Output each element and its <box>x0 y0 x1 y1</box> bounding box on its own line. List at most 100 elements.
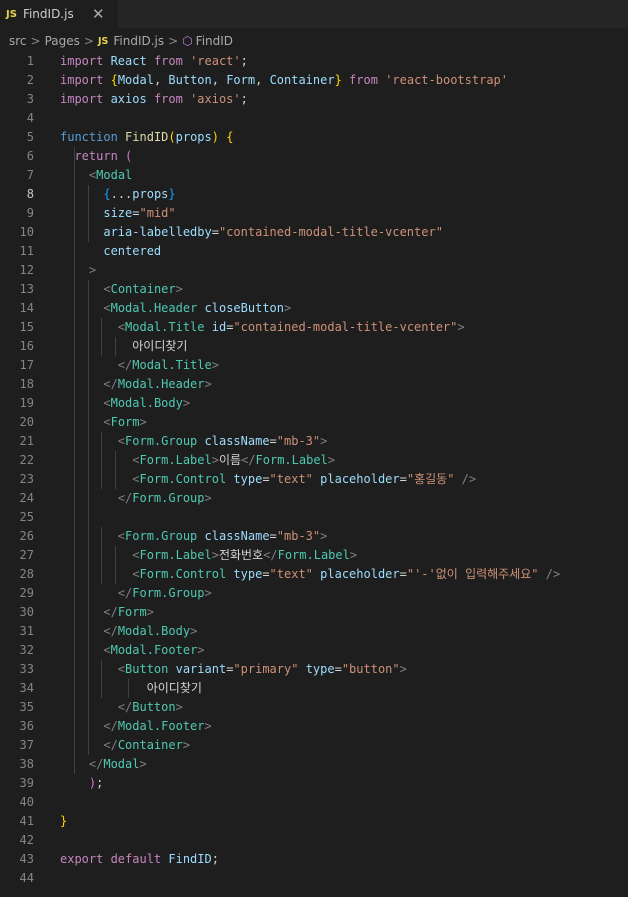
code-token: > <box>204 719 212 733</box>
code-line[interactable]: 22 <Form.Label>이름</Form.Label> <box>0 451 628 470</box>
code-token: function <box>60 130 126 144</box>
code-token: "text" <box>269 472 313 486</box>
code-line[interactable]: 30 </Form> <box>0 603 628 622</box>
code-token: closeButton <box>204 301 284 315</box>
breadcrumb-item-src[interactable]: src <box>9 34 27 48</box>
code-line[interactable]: 19 <Modal.Body> <box>0 394 628 413</box>
tab-title: FindID.js <box>22 7 74 21</box>
code-line[interactable]: 33 <Button variant="primary" type="butto… <box>0 660 628 679</box>
code-token: className <box>204 529 270 543</box>
code-token: > <box>327 453 335 467</box>
code-line[interactable]: 32 <Modal.Footer> <box>0 641 628 660</box>
code-token: ( <box>125 149 133 163</box>
code-token: "mb-3" <box>276 434 321 448</box>
code-token: id <box>211 320 227 334</box>
code-line[interactable]: 16 아이디찾기 <box>0 337 628 356</box>
code-line[interactable]: 38 </Modal> <box>0 755 628 774</box>
code-token: "mid" <box>139 206 176 220</box>
code-line[interactable]: 21 <Form.Group className="mb-3"> <box>0 432 628 451</box>
code-token: ; <box>240 54 248 68</box>
code-token: FindID <box>168 852 212 866</box>
code-line[interactable]: 39 ); <box>0 774 628 793</box>
line-number: 31 <box>19 624 34 638</box>
code-token: Modal <box>103 757 140 771</box>
line-number: 38 <box>19 757 34 771</box>
code-line[interactable]: 23 <Form.Control type="text" placeholder… <box>0 470 628 489</box>
code-token: Form.Group <box>132 586 205 600</box>
code-line[interactable]: 12 > <box>0 261 628 280</box>
code-line[interactable]: 11 centered <box>0 242 628 261</box>
line-number: 6 <box>26 149 34 163</box>
code-line[interactable]: 2 import {Modal, Button, Form, Container}… <box>0 71 628 90</box>
code-token: Form.Label <box>277 548 350 562</box>
code-line[interactable]: 26 <Form.Group className="mb-3"> <box>0 527 628 546</box>
line-number: 36 <box>19 719 34 733</box>
code-line[interactable]: 24 </Form.Group> <box>0 489 628 508</box>
code-line[interactable]: 4 <box>0 109 628 128</box>
code-text: </Form.Group> <box>60 489 212 508</box>
code-text: <Container> <box>60 280 183 299</box>
code-token: < <box>117 320 126 334</box>
code-line[interactable]: 10 aria-labelledby="contained-modal-titl… <box>0 223 628 242</box>
code-line[interactable]: 41} <box>0 812 628 831</box>
code-line[interactable]: 34 아이디찾기 <box>0 679 628 698</box>
code-line[interactable]: 6 return ( <box>0 147 628 166</box>
code-line[interactable]: 14 <Modal.Header closeButton> <box>0 299 628 318</box>
code-line[interactable]: 35 </Button> <box>0 698 628 717</box>
code-token: Container <box>110 282 176 296</box>
code-line[interactable]: 1 import React from 'react'; <box>0 52 628 71</box>
line-number: 35 <box>19 700 34 714</box>
breadcrumb-item-symbol[interactable]: FindID <box>196 34 233 48</box>
code-line[interactable]: 20 <Form> <box>0 413 628 432</box>
code-token: axios <box>110 92 154 106</box>
code-line[interactable]: 13 <Container> <box>0 280 628 299</box>
code-line[interactable]: 29 </Form.Group> <box>0 584 628 603</box>
line-number: 19 <box>19 396 34 410</box>
code-token: Form.Group <box>125 529 205 543</box>
code-line[interactable]: 36 </Modal.Footer> <box>0 717 628 736</box>
code-token: from <box>153 54 191 68</box>
code-token: ; <box>240 92 248 106</box>
code-line[interactable]: 42 <box>0 831 628 850</box>
breadcrumb-item-pages[interactable]: Pages <box>45 34 80 48</box>
line-number: 26 <box>19 529 34 543</box>
close-icon[interactable]: ✕ <box>92 5 105 23</box>
code-line[interactable]: 9 size="mid" <box>0 204 628 223</box>
code-line[interactable]: 18 </Modal.Header> <box>0 375 628 394</box>
code-line[interactable]: 15 <Modal.Title id="contained-modal-titl… <box>0 318 628 337</box>
code-line[interactable]: 31 </Modal.Body> <box>0 622 628 641</box>
code-line[interactable]: 25 <box>0 508 628 527</box>
breadcrumb-item-file[interactable]: FindID.js <box>113 34 164 48</box>
indent-guide <box>128 679 129 698</box>
code-text: <Form> <box>60 413 146 432</box>
code-line[interactable]: 7 <Modal <box>0 166 628 185</box>
code-token: Container <box>269 73 335 87</box>
code-token: Form.Control <box>139 472 234 486</box>
code-line[interactable]: 5 function FindID(props) { <box>0 128 628 147</box>
code-line[interactable]: 27 <Form.Label>전화번호</Form.Label> <box>0 546 628 565</box>
line-number: 11 <box>19 244 34 258</box>
code-token: > <box>320 529 328 543</box>
code-line[interactable]: 8 {...props} <box>0 185 628 204</box>
chevron-right-icon: > <box>168 34 179 48</box>
code-token: "홍길동" <box>406 472 455 486</box>
code-line[interactable]: 43 export default FindID; <box>0 850 628 869</box>
code-token: type <box>305 662 335 676</box>
code-token: ... <box>110 187 133 201</box>
code-line[interactable]: 44 <box>0 869 628 888</box>
code-line[interactable]: 37 </Container> <box>0 736 628 755</box>
code-token: type <box>233 472 263 486</box>
code-token: ( <box>168 130 176 144</box>
code-line[interactable]: 17 </Modal.Title> <box>0 356 628 375</box>
code-line[interactable]: 3 import axios from 'axios'; <box>0 90 628 109</box>
code-token: > <box>175 700 183 714</box>
tab-findid[interactable]: JS FindID.js ✕ <box>0 0 118 28</box>
code-line[interactable]: 28 <Form.Control type="text" placeholder… <box>0 565 628 584</box>
code-token: ) <box>211 130 219 144</box>
code-line[interactable]: 40 <box>0 793 628 812</box>
